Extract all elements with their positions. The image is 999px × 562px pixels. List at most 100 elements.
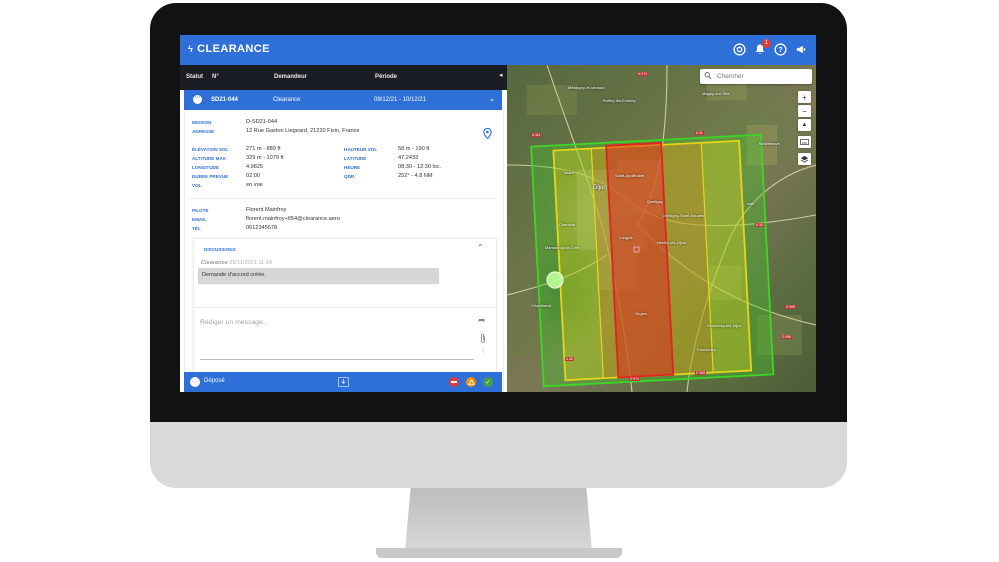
app-screen: ϟ CLEARANCE 1 ? Statut N° Demandeur Péri… xyxy=(180,35,816,392)
column-status[interactable]: Statut xyxy=(186,74,203,80)
layers-icon[interactable] xyxy=(798,153,811,165)
town-label: Longvic xyxy=(619,235,633,240)
road-label: D 968 xyxy=(695,371,707,375)
town-label: Izier xyxy=(747,201,755,206)
status-menu-icon[interactable]: ··· xyxy=(190,377,200,387)
town-label: Bellenfeuve xyxy=(759,141,780,146)
town-label: Sennecey-lès-Dijon xyxy=(707,323,742,328)
help-circle-icon[interactable]: ? xyxy=(773,42,788,57)
row-number: SD21-044 xyxy=(211,97,239,103)
duration-value: 02:00 xyxy=(246,173,260,179)
table-header: Statut N° Demandeur Période ◂ xyxy=(180,65,507,90)
qdr-value: 252° - 4.8 NM xyxy=(398,173,433,179)
town-label: Marsannay-la-Côte xyxy=(545,245,580,250)
longitude-value: 4.9825 xyxy=(246,164,264,170)
download-icon[interactable] xyxy=(338,377,349,387)
app-title: CLEARANCE xyxy=(197,43,270,55)
flight-value: en vue xyxy=(246,182,263,188)
town-label: Neuilly-lès-Dijon xyxy=(657,240,686,245)
elevation-value: 271 m - 889 ft xyxy=(246,146,281,152)
phone-label: TÉL xyxy=(192,226,201,231)
status-bar: ··· Déposé ✓ xyxy=(184,372,502,392)
town-label: Dijon xyxy=(593,185,607,191)
town-label: Quetigny xyxy=(647,199,664,204)
discussion-card: DISCUSSIONS ⌃ Clearance 29/11/2021 11:14… xyxy=(193,238,497,392)
height-value: 58 m - 190 ft xyxy=(398,146,430,152)
road-label: A 38 xyxy=(755,223,764,227)
town-label: Chevigny-Saint-Sauveur xyxy=(662,213,706,218)
megaphone-icon[interactable] xyxy=(793,42,808,57)
message-meta: Clearance 29/11/2021 11:14 xyxy=(201,260,272,266)
altitude-value: 329 m - 1079 ft xyxy=(246,155,284,161)
town-label: Fauverney xyxy=(697,347,716,352)
column-requester[interactable]: Demandeur xyxy=(274,74,307,80)
send-icon[interactable]: ➦ xyxy=(478,315,486,326)
town-label: Chenôve xyxy=(559,222,576,227)
more-vertical-icon[interactable]: · · · xyxy=(482,345,484,358)
collapse-panel-icon[interactable]: ◂ xyxy=(499,71,503,79)
table-row-selected[interactable]: ··· SD21-044 Clearance 09/12/21 - 10/12/… xyxy=(184,90,502,110)
chevron-up-icon[interactable]: ⌃ xyxy=(477,243,484,252)
column-period[interactable]: Période xyxy=(375,74,397,80)
chevron-down-icon[interactable]: ⌄ xyxy=(489,95,495,103)
svg-text:?: ? xyxy=(778,47,782,54)
town-label: Ruffey-lès-Echirey xyxy=(603,98,636,103)
compose-input[interactable]: Rédiger un message... xyxy=(200,319,268,326)
message-text: Demande d'accord créée. xyxy=(202,272,266,278)
column-number[interactable]: N° xyxy=(212,74,219,80)
row-period: 09/12/21 - 10/12/21 xyxy=(374,97,427,103)
approve-icon[interactable]: ✓ xyxy=(483,377,493,387)
reject-icon[interactable] xyxy=(449,377,459,387)
drone-position-marker[interactable] xyxy=(546,271,564,289)
map-svg xyxy=(507,65,816,392)
qdr-label: QDR xyxy=(344,174,355,179)
account-circle-icon[interactable] xyxy=(732,42,747,57)
map-view[interactable]: Messigny-et-Vantoux Talant Dijon Saint-A… xyxy=(507,65,816,392)
road-label: D 974 xyxy=(629,377,641,381)
phone-value: 0612345678 xyxy=(246,225,278,231)
search-icon xyxy=(704,71,712,82)
search-input[interactable]: Chercher xyxy=(717,73,744,80)
request-detail: MISSION D-SD21-044 ADRESSE 12 Rue Gaston… xyxy=(184,110,504,392)
longitude-label: LONGITUDE xyxy=(192,165,220,170)
town-label: Messigny-et-Vantoux xyxy=(568,85,606,90)
hour-label: HEURE xyxy=(344,165,361,170)
more-options-icon[interactable]: ··· xyxy=(193,95,202,104)
road-label: N 274 xyxy=(637,72,649,76)
warning-icon[interactable] xyxy=(466,377,476,387)
town-label: Saint-Apollinaire xyxy=(615,173,645,178)
address-label: ADRESSE xyxy=(192,129,215,134)
mission-label: MISSION xyxy=(192,120,212,125)
request-panel: Statut N° Demandeur Période ◂ ··· SD21-0… xyxy=(180,65,507,392)
email-label: EMAIL xyxy=(192,217,207,222)
height-label: HAUTEUR VOL xyxy=(344,147,378,152)
town-label: Chambœuf xyxy=(531,303,552,308)
divider xyxy=(194,307,496,308)
road-label: D 996 xyxy=(781,335,793,339)
map-search[interactable]: Chercher xyxy=(700,69,812,84)
location-pin-icon[interactable] xyxy=(483,126,492,144)
compose-underline xyxy=(200,359,474,360)
road-label: A 311 xyxy=(531,133,542,137)
altitude-label: ALTITUDE MAX xyxy=(192,156,226,161)
zoom-in-button[interactable]: + xyxy=(798,91,811,103)
pilot-label: PILOTE xyxy=(192,208,209,213)
elevation-label: ÉLÉVATION SOL xyxy=(192,147,229,152)
mission-value: D-SD21-044 xyxy=(246,119,278,125)
road-label: A 36 xyxy=(565,357,574,361)
road-label: A 31 xyxy=(695,131,704,135)
monitor-chin xyxy=(150,422,847,488)
zone-red xyxy=(605,141,675,379)
address-value: 12 Rue Gaston Liegeard, 21220 Fixin, Fra… xyxy=(246,128,360,134)
compass-icon[interactable]: ▲ xyxy=(798,119,811,131)
message-author: Clearance xyxy=(201,260,228,266)
app-brand[interactable]: ϟ CLEARANCE xyxy=(188,43,270,55)
lightning-icon: ϟ xyxy=(188,44,194,54)
message-bubble: Demande d'accord créée. xyxy=(198,268,439,283)
message-timestamp: 29/11/2021 11:14 xyxy=(229,260,273,266)
zoom-out-button[interactable]: − xyxy=(798,105,811,117)
keyboard-icon[interactable] xyxy=(798,136,811,148)
discussions-title: DISCUSSIONS xyxy=(204,247,236,252)
town-label: Talant xyxy=(563,170,574,175)
top-bar: ϟ CLEARANCE 1 ? xyxy=(180,35,816,65)
